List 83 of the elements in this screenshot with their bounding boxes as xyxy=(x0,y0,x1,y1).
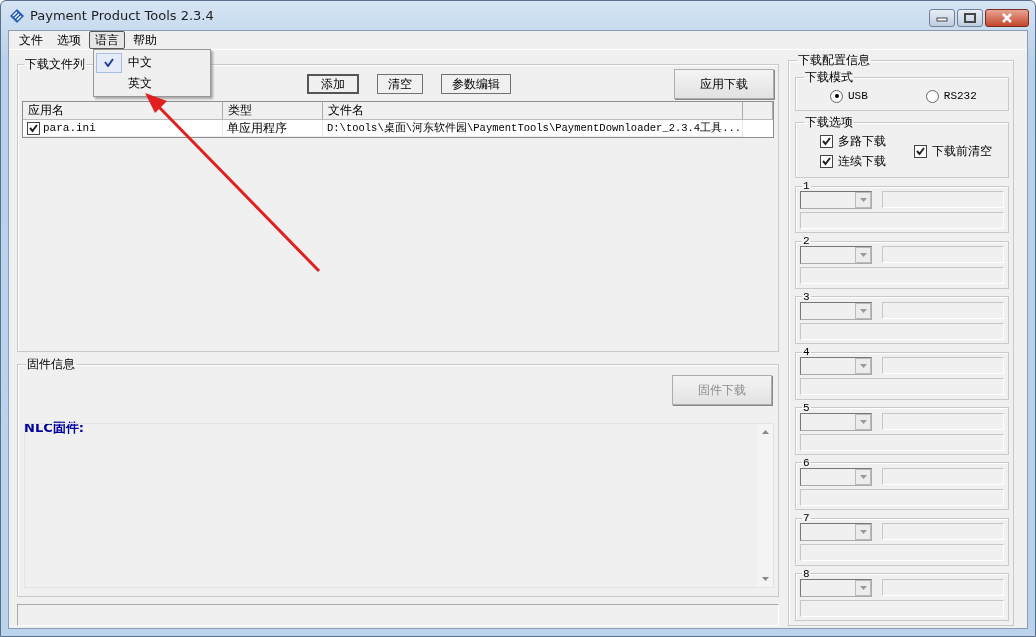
dropdown[interactable] xyxy=(800,246,872,265)
column-header[interactable]: 文件名 xyxy=(323,102,743,119)
menu-item[interactable]: 帮助 xyxy=(127,31,163,49)
input-field[interactable] xyxy=(882,523,1004,541)
menu-item[interactable]: 英文 xyxy=(96,73,208,94)
dropdown[interactable] xyxy=(800,578,872,597)
minimize-icon xyxy=(936,14,948,22)
checkbox[interactable] xyxy=(914,144,927,158)
toolbar-button[interactable]: 添加 xyxy=(307,74,359,94)
input-field[interactable] xyxy=(882,301,1004,319)
minimize-button[interactable] xyxy=(929,9,955,27)
input-field[interactable] xyxy=(800,544,1004,562)
input-field[interactable] xyxy=(882,578,1004,596)
input-field[interactable] xyxy=(800,378,1004,396)
group-title: 7 xyxy=(802,513,811,524)
app-icon xyxy=(9,7,25,24)
group-title: 固件信息 xyxy=(26,356,76,373)
scrollbar[interactable] xyxy=(757,424,773,587)
firmware-download-button: 固件下载 xyxy=(672,375,772,405)
checkbox[interactable] xyxy=(27,121,40,135)
input-field[interactable] xyxy=(882,191,1004,208)
table-cell: D:\tools\桌面\河东软件园\PaymentTools\PaymentDownloader_2.3.4工具... xyxy=(323,120,743,137)
dropdown[interactable] xyxy=(800,412,872,431)
toolbar-button[interactable]: 清空 xyxy=(377,74,423,94)
group-title: 4 xyxy=(802,347,811,358)
caret-icon xyxy=(859,308,867,313)
group-title: 下载模式 xyxy=(804,69,854,86)
group-title: 3 xyxy=(802,291,811,302)
menu-item[interactable]: 语言 xyxy=(89,31,125,49)
toolbar-button[interactable]: 参数编辑 xyxy=(441,74,511,94)
dropdown[interactable] xyxy=(800,191,872,209)
group-title: 下载配置信息 xyxy=(797,52,871,69)
caret-icon xyxy=(859,585,867,590)
close-icon xyxy=(1000,13,1014,23)
scroll-down-icon[interactable] xyxy=(761,577,769,581)
checkbox[interactable] xyxy=(820,134,833,148)
checkbox-label: 连续下载 xyxy=(838,152,886,170)
caret-icon xyxy=(859,419,867,424)
group-title: 5 xyxy=(802,402,811,413)
dropdown[interactable] xyxy=(800,523,872,542)
dropdown[interactable] xyxy=(800,467,872,486)
group-title: 6 xyxy=(802,457,811,468)
scroll-up-icon[interactable] xyxy=(761,430,769,434)
caret-icon xyxy=(859,253,867,258)
input-field[interactable] xyxy=(882,246,1004,264)
caret-icon xyxy=(859,530,867,535)
radio-label: RS232 xyxy=(943,90,977,102)
dropdown[interactable] xyxy=(800,301,872,320)
column-header[interactable]: 类型 xyxy=(223,102,323,119)
checkbox-label: 下载前清空 xyxy=(932,142,992,160)
input-field[interactable] xyxy=(800,488,1004,506)
radio-label: USB xyxy=(848,90,868,102)
input-field[interactable] xyxy=(882,412,1004,430)
radio-button[interactable] xyxy=(925,89,939,103)
window-title: Payment Product Tools 2.3.4 xyxy=(30,8,214,23)
input-field[interactable] xyxy=(800,433,1004,451)
table-cell-text: para.ini xyxy=(43,121,96,136)
table-cell: 单应用程序 xyxy=(223,120,323,137)
menu-item[interactable]: 选项 xyxy=(51,31,87,49)
group-title: 下载选项 xyxy=(804,114,854,131)
group-title: 2 xyxy=(802,236,811,247)
input-field[interactable] xyxy=(800,322,1004,340)
radio-button[interactable] xyxy=(830,89,843,103)
maximize-button[interactable] xyxy=(957,9,983,27)
apply-download-button[interactable]: 应用下载 xyxy=(674,69,774,99)
menu-item[interactable]: 文件 xyxy=(13,31,49,49)
group-title: 下载文件列 xyxy=(24,56,86,73)
group-title: 8 xyxy=(802,568,811,579)
maximize-icon xyxy=(964,13,976,23)
menu-item[interactable]: 中文 xyxy=(96,52,208,73)
input-field[interactable] xyxy=(882,467,1004,485)
input-field[interactable] xyxy=(800,212,1004,229)
caret-icon xyxy=(859,474,867,479)
caret-icon xyxy=(859,364,867,369)
close-button[interactable] xyxy=(985,9,1029,27)
input-field[interactable] xyxy=(882,357,1004,375)
dropdown[interactable] xyxy=(800,357,872,376)
group-title: 1 xyxy=(802,181,811,191)
checkbox[interactable] xyxy=(820,154,833,168)
checkbox-label: 多路下载 xyxy=(838,132,886,150)
input-field[interactable] xyxy=(800,599,1004,617)
caret-icon xyxy=(859,198,867,202)
input-field[interactable] xyxy=(800,267,1004,285)
